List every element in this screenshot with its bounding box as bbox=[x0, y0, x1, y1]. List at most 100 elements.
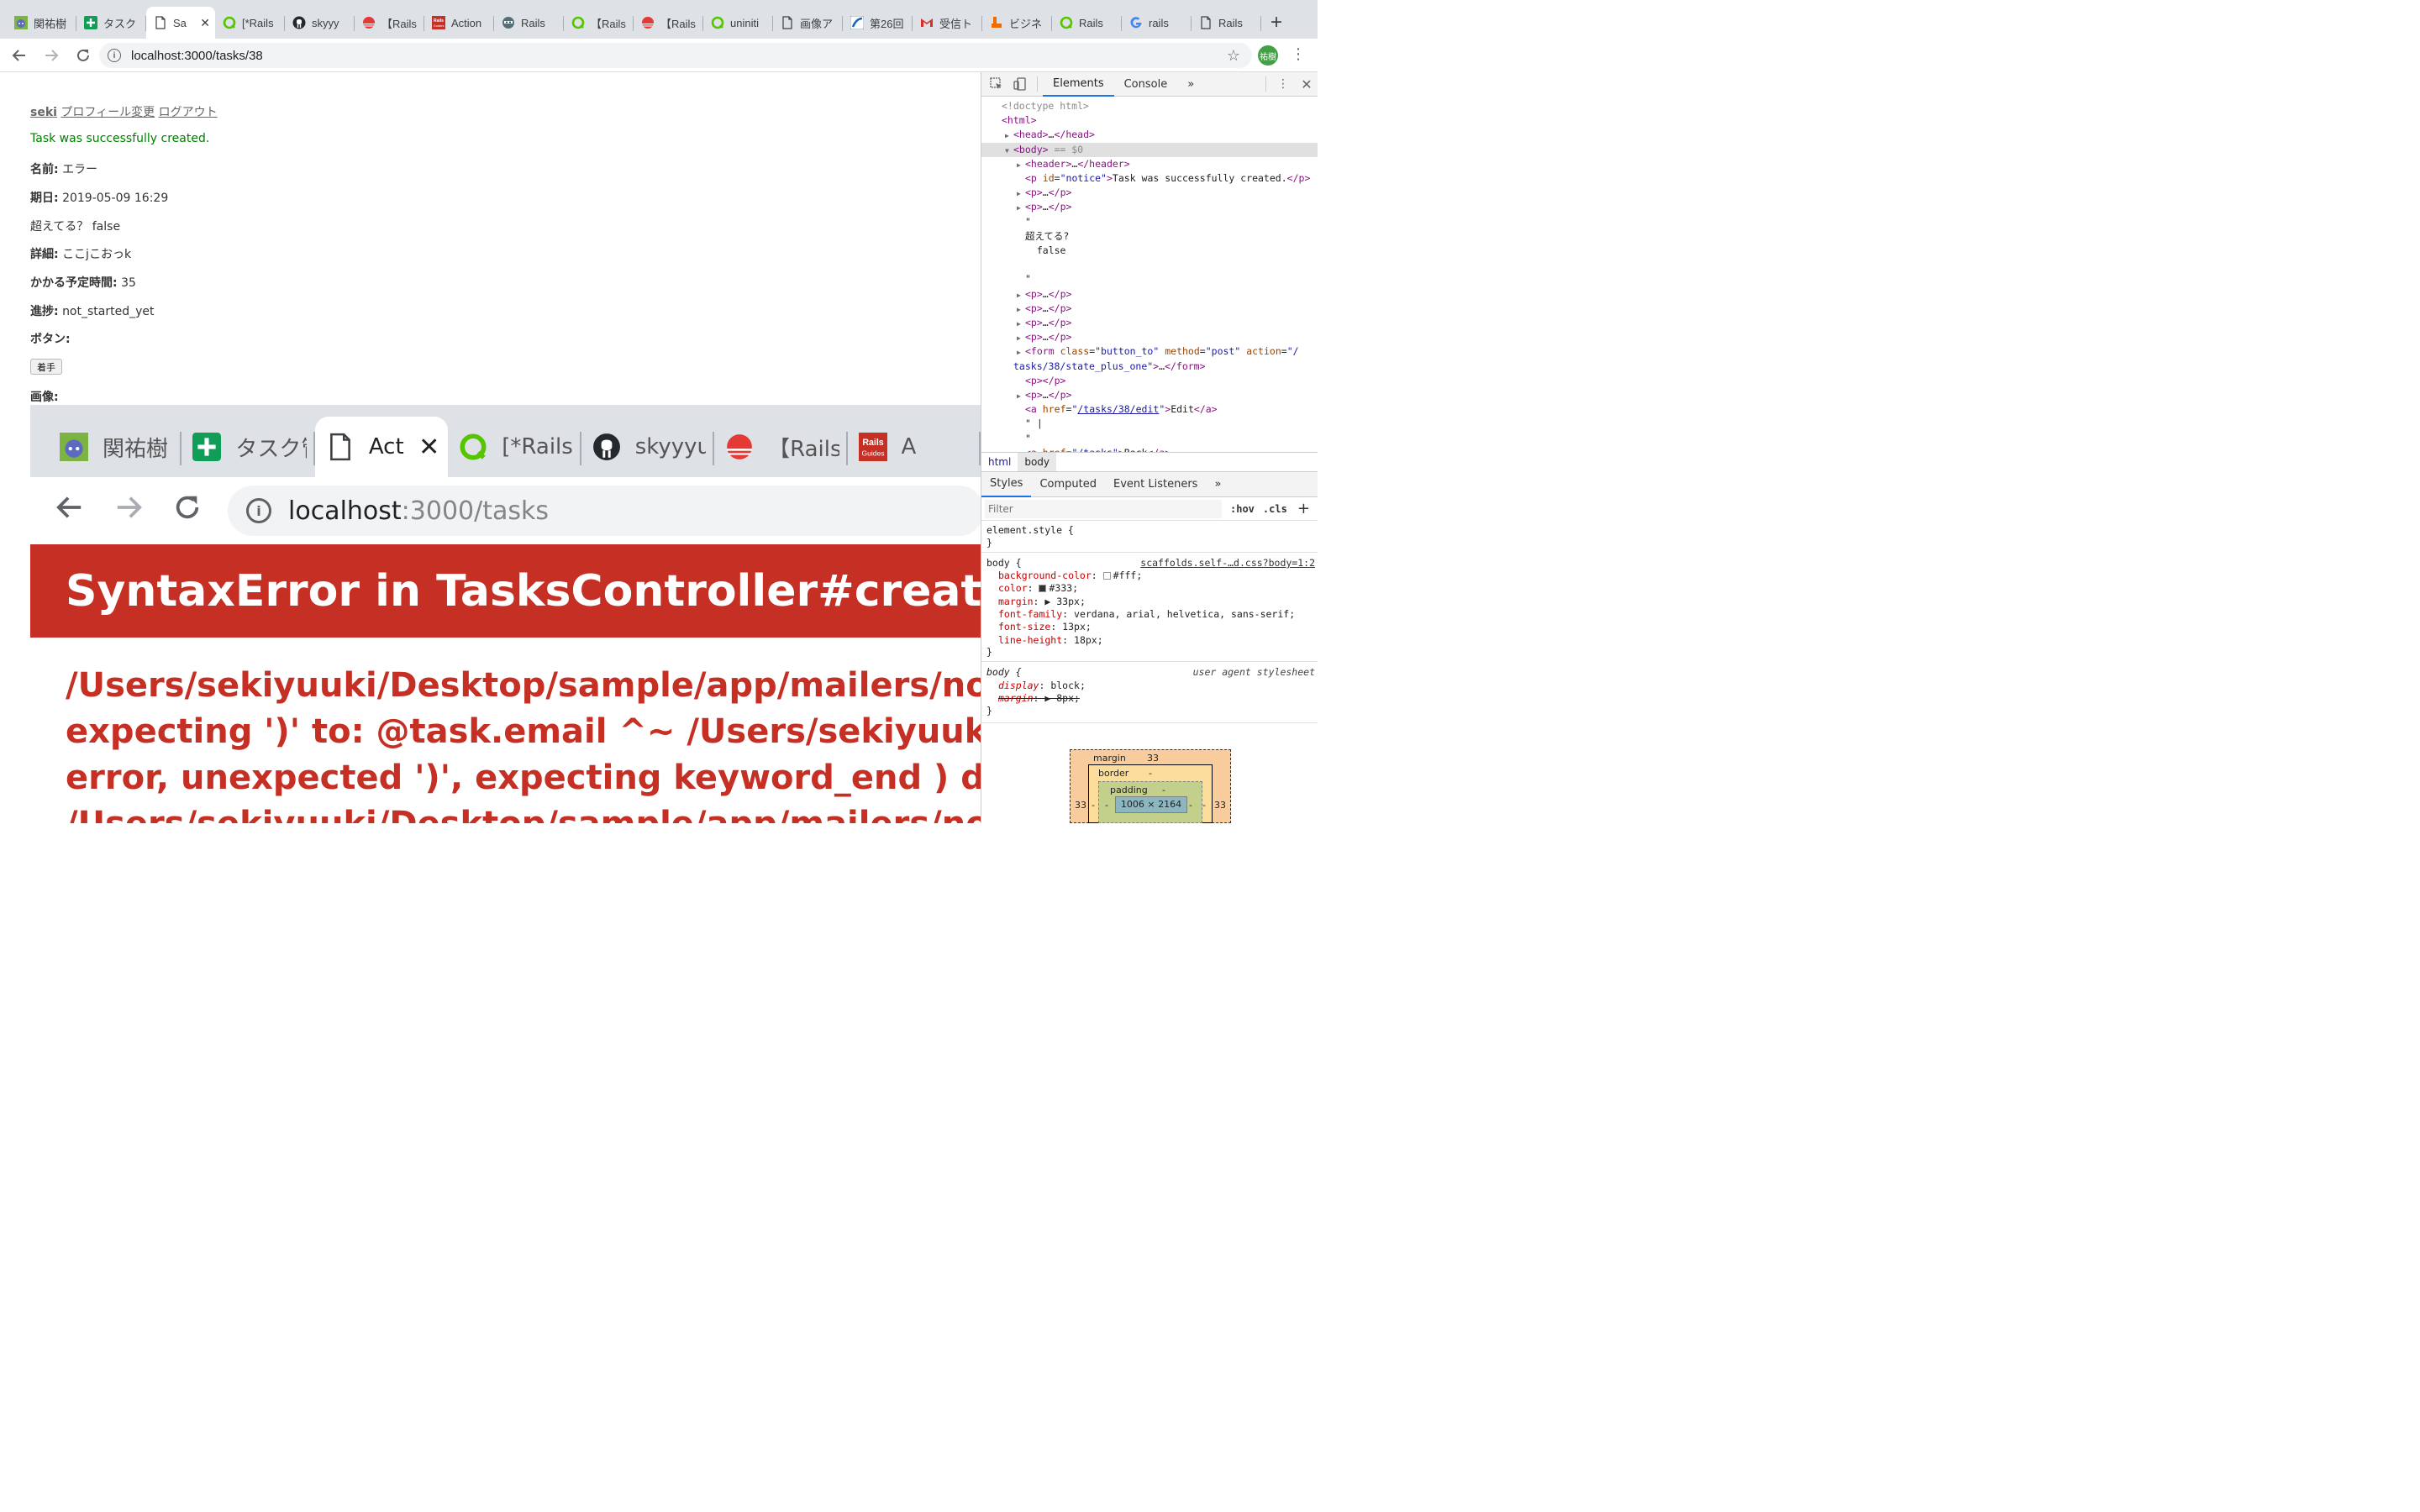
dom-node[interactable]: " bbox=[981, 215, 1318, 229]
screenshot-url: localhost:3000/tasks bbox=[288, 496, 549, 526]
expand-triangle-icon[interactable]: ▶ bbox=[1017, 317, 1025, 331]
dom-node[interactable]: ▶ <p>…</p> bbox=[981, 186, 1318, 200]
browser-tab[interactable]: ビジネ bbox=[982, 7, 1052, 39]
tab-title: Rails bbox=[521, 16, 545, 29]
styles-filter-input[interactable] bbox=[985, 499, 1222, 518]
collapse-triangle-icon[interactable]: ▼ bbox=[1005, 144, 1013, 158]
new-style-rule-button[interactable]: + bbox=[1297, 500, 1310, 517]
tab-event-listeners[interactable]: Event Listeners bbox=[1105, 472, 1206, 497]
color-swatch[interactable] bbox=[1039, 585, 1047, 593]
browser-tab[interactable]: 【Rails bbox=[634, 7, 703, 39]
username-link[interactable]: seki bbox=[30, 106, 57, 119]
tab-computed[interactable]: Computed bbox=[1031, 472, 1105, 497]
close-devtools-icon[interactable]: ✕ bbox=[1295, 72, 1318, 96]
browser-tab[interactable]: 画像ア bbox=[773, 7, 843, 39]
tab-title: ビジネ bbox=[1009, 17, 1043, 30]
profile-avatar[interactable]: 祐樹 bbox=[1258, 45, 1278, 66]
reload-button[interactable] bbox=[69, 41, 97, 70]
browser-tab[interactable]: 【Rails bbox=[564, 7, 634, 39]
box-model-content[interactable]: 1006 × 2164 bbox=[1115, 796, 1187, 813]
logout-link[interactable]: ログアウト bbox=[159, 106, 218, 119]
css-property[interactable]: margin: ▶ 33px; bbox=[998, 596, 1086, 608]
profile-edit-link[interactable]: プロフィール変更 bbox=[60, 106, 155, 119]
css-property[interactable]: margin: ▶ 8px; bbox=[998, 692, 1080, 705]
dom-node[interactable]: " | bbox=[981, 417, 1318, 431]
browser-tab[interactable]: Sa ✕ bbox=[146, 7, 215, 39]
more-subtabs-button[interactable]: » bbox=[1206, 472, 1229, 497]
bookmark-star-icon[interactable]: ☆ bbox=[1227, 47, 1240, 65]
dom-node[interactable]: ▶ <p>…</p> bbox=[981, 200, 1318, 214]
expand-triangle-icon[interactable]: ▶ bbox=[1017, 302, 1025, 317]
dom-node[interactable]: <a href="/tasks">Back</a> bbox=[981, 446, 1318, 452]
breadcrumb-body[interactable]: body bbox=[1018, 453, 1057, 471]
more-tabs-button[interactable]: » bbox=[1177, 72, 1204, 97]
dom-node[interactable]: ▶ <form class="button_to" method="post" a… bbox=[981, 344, 1318, 359]
dom-node[interactable]: false bbox=[981, 244, 1318, 258]
dom-node[interactable]: <p id="notice">Task was successfully cre… bbox=[981, 171, 1318, 186]
css-property[interactable]: display: block; bbox=[998, 680, 1086, 692]
dom-node[interactable]: " bbox=[981, 272, 1318, 286]
css-property[interactable]: font-size: 13px; bbox=[998, 621, 1092, 633]
dom-node[interactable]: ▶ <p>…</p> bbox=[981, 316, 1318, 330]
start-task-button[interactable]: 着手 bbox=[30, 359, 62, 375]
browser-tab[interactable]: skyyy bbox=[285, 7, 355, 39]
dom-node[interactable]: " bbox=[981, 432, 1318, 446]
css-property[interactable]: background-color: #fff; bbox=[998, 570, 1142, 582]
dom-node[interactable]: 超えてる? bbox=[981, 229, 1318, 244]
expand-triangle-icon[interactable]: ▶ bbox=[1017, 158, 1025, 172]
browser-tab[interactable]: タスク bbox=[76, 7, 146, 39]
css-property[interactable]: line-height: 18px; bbox=[998, 634, 1103, 647]
expand-triangle-icon[interactable]: ▶ bbox=[1017, 389, 1025, 403]
site-info-icon[interactable]: i bbox=[108, 49, 121, 62]
cls-toggle[interactable]: .cls bbox=[1263, 503, 1287, 515]
dom-node[interactable]: <p></p> bbox=[981, 374, 1318, 388]
browser-tab[interactable]: Rails bbox=[494, 7, 564, 39]
new-tab-button[interactable]: + bbox=[1261, 7, 1292, 39]
browser-tab[interactable]: 【Rails bbox=[355, 7, 424, 39]
expand-triangle-icon[interactable]: ▶ bbox=[1005, 129, 1013, 143]
browser-tab[interactable]: Rails bbox=[1192, 7, 1261, 39]
browser-tab[interactable]: [*Rails bbox=[215, 7, 285, 39]
browser-tab[interactable]: 受信ト bbox=[913, 7, 982, 39]
css-property[interactable]: font-family: verdana, arial, helvetica, … bbox=[998, 608, 1295, 621]
expand-triangle-icon[interactable]: ▶ bbox=[1017, 201, 1025, 215]
expand-triangle-icon[interactable]: ▶ bbox=[1017, 345, 1025, 360]
dom-node[interactable] bbox=[981, 258, 1318, 272]
dom-node[interactable]: <a href="/tasks/38/edit">Edit</a> bbox=[981, 402, 1318, 417]
browser-tab[interactable]: 関祐樹 bbox=[7, 7, 76, 39]
dom-node[interactable]: tasks/38/state_plus_one">…</form> bbox=[981, 360, 1318, 374]
tab-console[interactable]: Console bbox=[1114, 72, 1178, 97]
inspect-element-icon[interactable] bbox=[985, 72, 1008, 96]
close-tab-icon[interactable]: ✕ bbox=[200, 16, 210, 30]
dom-node[interactable]: ▶ <p>…</p> bbox=[981, 330, 1318, 344]
css-property[interactable]: color: #333; bbox=[998, 582, 1078, 595]
tab-elements[interactable]: Elements bbox=[1043, 72, 1114, 97]
back-button[interactable] bbox=[5, 41, 34, 70]
browser-tab[interactable]: Rails bbox=[1052, 7, 1122, 39]
dom-node[interactable]: <!doctype html> bbox=[981, 99, 1318, 113]
dom-node[interactable]: ▶ <p>…</p> bbox=[981, 388, 1318, 402]
tab-styles[interactable]: Styles bbox=[981, 472, 1032, 497]
browser-tab[interactable]: rails bbox=[1122, 7, 1192, 39]
browser-tab[interactable]: Rails Guides Action bbox=[424, 7, 494, 39]
browser-tab[interactable]: 第26回 bbox=[843, 7, 913, 39]
hov-toggle[interactable]: :hov bbox=[1230, 503, 1255, 515]
dom-node[interactable]: ▶ <header>…</header> bbox=[981, 157, 1318, 171]
expand-triangle-icon[interactable]: ▶ bbox=[1017, 288, 1025, 302]
expand-triangle-icon[interactable]: ▶ bbox=[1017, 186, 1025, 201]
color-swatch[interactable] bbox=[1102, 572, 1111, 580]
address-bar[interactable]: i localhost:3000/tasks/38 ☆ bbox=[99, 43, 1252, 68]
dom-node[interactable]: <html> bbox=[981, 113, 1318, 128]
breadcrumb-html[interactable]: html bbox=[981, 453, 1018, 471]
forward-button[interactable] bbox=[37, 41, 66, 70]
dom-node[interactable]: ▶ <p>…</p> bbox=[981, 302, 1318, 316]
browser-menu-icon[interactable]: ⋮ bbox=[1291, 45, 1306, 63]
dom-node[interactable]: ▶ <p>…</p> bbox=[981, 287, 1318, 302]
expand-triangle-icon[interactable]: ▶ bbox=[1017, 331, 1025, 345]
dom-node[interactable]: ▶ <head>…</head> bbox=[981, 128, 1318, 142]
stylesheet-source-link[interactable]: scaffolds.self-…d.css?body=1:2 bbox=[1140, 557, 1315, 569]
browser-tab[interactable]: uniniti bbox=[703, 7, 773, 39]
dom-node[interactable]: ▼ <body> == $0 bbox=[981, 142, 1318, 158]
devtools-menu-icon[interactable]: ⋮ bbox=[1271, 72, 1295, 96]
device-toolbar-icon[interactable] bbox=[1008, 72, 1032, 96]
